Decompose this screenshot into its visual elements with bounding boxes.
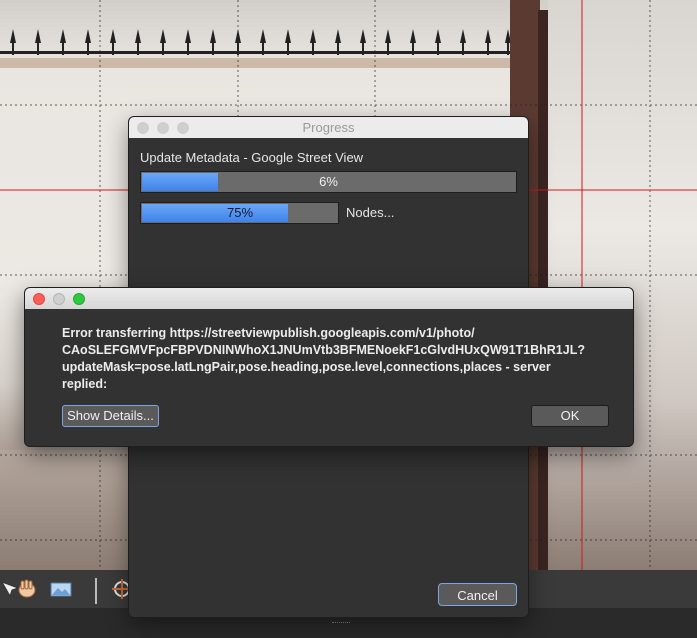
sub-progress-label: Nodes... (346, 205, 395, 220)
minimize-icon (53, 293, 65, 305)
main-progress-text: 6% (319, 174, 338, 189)
error-message-line: Error transferring https://streetviewpub… (62, 326, 475, 340)
zoom-icon[interactable] (73, 293, 85, 305)
hand-icon[interactable] (16, 578, 38, 600)
error-message-line: replied: (62, 377, 108, 391)
progress-title: Progress (302, 120, 355, 135)
error-dialog: Error transferring https://streetviewpub… (25, 288, 633, 446)
error-titlebar[interactable] (25, 288, 633, 309)
resize-handle[interactable] (332, 617, 350, 623)
sub-progress-bar: 75% (140, 202, 339, 224)
error-message-line: updateMask=pose.latLngPair,pose.heading,… (62, 360, 551, 374)
sub-progress-text: 75% (226, 205, 254, 220)
error-message-line: CAoSLEFGMVFpcFBPVDNINWhoX1JNUmVtb3BFMENo… (62, 343, 585, 357)
error-message: Error transferring https://streetviewpub… (62, 325, 622, 393)
cancel-button[interactable]: Cancel (438, 583, 517, 606)
ok-button[interactable]: OK (531, 405, 609, 427)
close-icon[interactable] (33, 293, 45, 305)
progress-titlebar[interactable]: Progress (129, 117, 528, 138)
toolbar-separator (95, 578, 97, 604)
show-details-button[interactable]: Show Details... (62, 405, 159, 427)
image-layer-icon[interactable] (50, 578, 72, 600)
main-progress-bar: 6% (140, 171, 517, 193)
task-label: Update Metadata - Google Street View (140, 150, 364, 165)
